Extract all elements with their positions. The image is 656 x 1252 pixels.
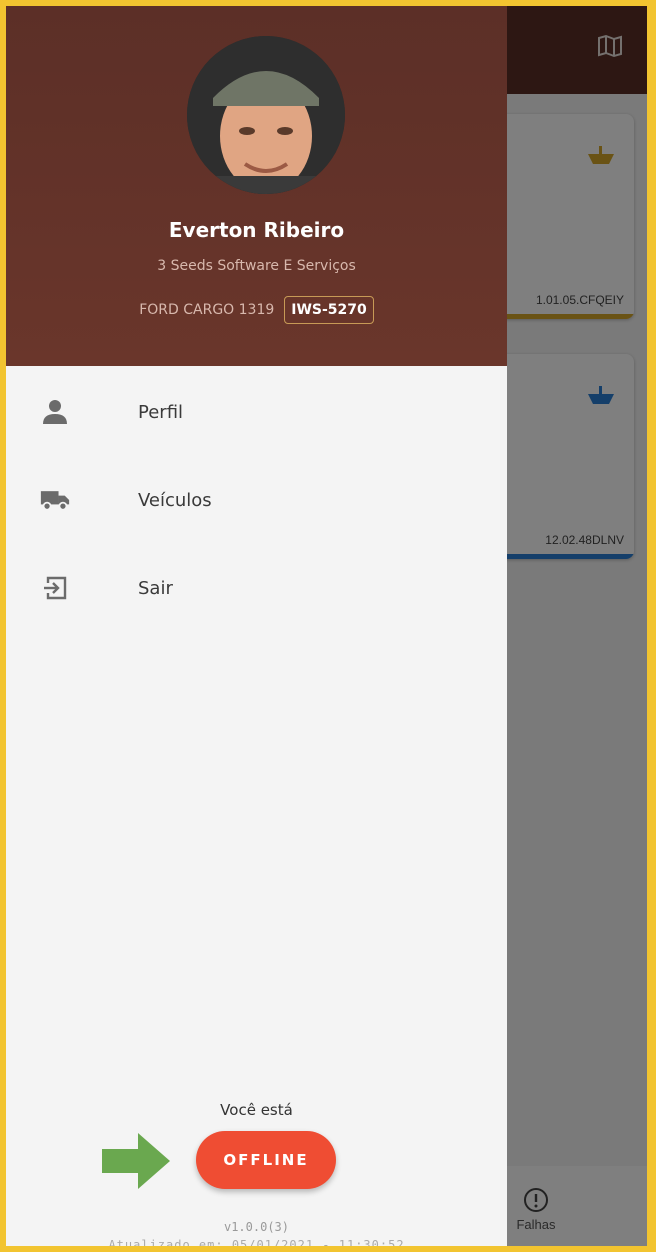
last-updated: Atualizado em: 05/01/2021 - 11:30:52 — [108, 1238, 405, 1246]
drawer-menu: Perfil Veículos Sair — [6, 368, 507, 632]
person-icon — [40, 397, 70, 427]
app-frame: 1.01.05.CFQEIY 12.02.48DLNV Falhas — [6, 6, 647, 1246]
menu-item-perfil[interactable]: Perfil — [6, 368, 507, 456]
app-version: v1.0.0(3) — [223, 1220, 290, 1234]
menu-item-veiculos[interactable]: Veículos — [6, 456, 507, 544]
license-plate-badge: IWS-5270 — [284, 296, 374, 324]
truck-icon — [40, 485, 70, 515]
company-name: 3 Seeds Software E Serviços — [157, 258, 356, 274]
drawer-header: Everton Ribeiro 3 Seeds Software E Servi… — [6, 6, 507, 366]
user-name: Everton Ribeiro — [168, 218, 345, 242]
vehicle-model: FORD CARGO 1319 — [139, 302, 275, 318]
connection-status: Você está OFFLINE — [6, 1101, 507, 1189]
menu-item-label: Perfil — [138, 401, 184, 423]
menu-item-sair[interactable]: Sair — [6, 544, 507, 632]
exit-icon — [40, 573, 70, 603]
status-label: Você está — [220, 1101, 293, 1119]
menu-item-label: Veículos — [138, 489, 212, 511]
avatar — [187, 36, 345, 194]
navigation-drawer: Everton Ribeiro 3 Seeds Software E Servi… — [6, 6, 507, 1246]
avatar-photo — [187, 36, 345, 194]
offline-status-button[interactable]: OFFLINE — [196, 1131, 336, 1189]
arrow-right-icon — [102, 1133, 170, 1189]
menu-item-label: Sair — [138, 577, 173, 599]
vehicle-info: FORD CARGO 1319 IWS-5270 — [6, 296, 507, 324]
